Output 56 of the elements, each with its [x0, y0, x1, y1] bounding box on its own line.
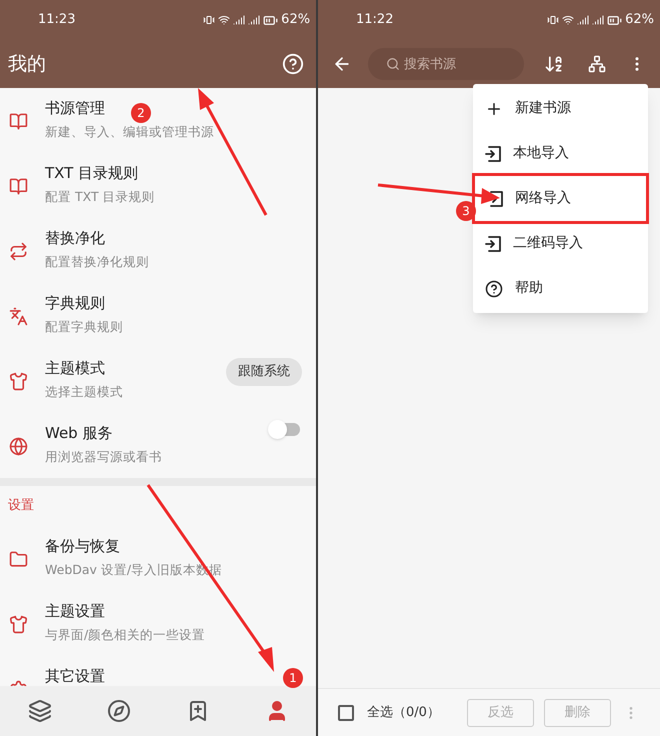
- globe-icon: [9, 437, 28, 456]
- translate-icon: [9, 307, 28, 326]
- help-icon: [485, 280, 503, 298]
- signal-icon: [248, 14, 260, 26]
- item-title[interactable]: TXT 目录规则: [45, 163, 138, 183]
- theme-mode-chip[interactable]: 跟随系统: [226, 358, 302, 386]
- item-title[interactable]: 备份与恢复: [45, 536, 120, 556]
- menu-item[interactable]: 帮助: [473, 266, 648, 311]
- item-subtitle: 新建、导入、编辑或管理书源: [45, 124, 214, 140]
- select-all-checkbox[interactable]: [338, 704, 354, 720]
- swap-icon: [9, 242, 28, 261]
- signal-icon: [233, 14, 246, 26]
- item-subtitle: 配置 TXT 目录规则: [45, 189, 155, 205]
- book-icon: [9, 112, 28, 131]
- shirt-icon: [9, 372, 28, 391]
- battery-level: 62%: [281, 11, 310, 30]
- folder-icon: [9, 550, 28, 569]
- toggle-switch[interactable]: [270, 423, 300, 436]
- shirt-icon: [9, 615, 28, 634]
- item-subtitle: 用浏览器写源或看书: [45, 449, 162, 465]
- import-icon: [485, 146, 501, 162]
- battery-level: 62%: [625, 11, 654, 30]
- sort-icon[interactable]: [544, 54, 564, 74]
- bookshelf-icon: [28, 699, 52, 723]
- import-icon: [487, 190, 503, 206]
- group-icon[interactable]: [588, 55, 606, 73]
- menu-item[interactable]: 二维码导入: [473, 221, 648, 266]
- item-title[interactable]: 字典规则: [45, 293, 105, 313]
- item-subtitle: 配置字典规则: [45, 319, 123, 335]
- item-subtitle: 配置替换净化规则: [45, 254, 149, 270]
- help-icon[interactable]: [282, 53, 304, 75]
- select-all-label[interactable]: 全选（0/0）: [367, 702, 467, 722]
- item-subtitle: 与界面/颜色相关的一些设置: [45, 627, 206, 643]
- item-title[interactable]: 主题设置: [45, 601, 105, 621]
- item-title[interactable]: 书源管理: [45, 98, 105, 118]
- page-title: 我的: [8, 52, 46, 77]
- status-time: 11:23: [38, 11, 76, 30]
- item-subtitle: 选择主题模式: [45, 384, 123, 400]
- compass-icon: [106, 699, 131, 723]
- menu-item[interactable]: 新建书源: [473, 86, 648, 131]
- menu-item[interactable]: 网络导入: [475, 176, 646, 221]
- item-title[interactable]: 其它设置: [45, 666, 105, 686]
- book-icon: [9, 177, 28, 196]
- search-icon: [386, 57, 400, 71]
- search-field[interactable]: 搜索书源: [368, 48, 524, 80]
- section-title: 设置: [8, 497, 34, 516]
- item-title[interactable]: 主题模式: [45, 358, 105, 378]
- vibrate-icon: [203, 14, 216, 26]
- status-time: 11:22: [356, 11, 394, 30]
- menu-item[interactable]: 本地导入: [473, 131, 648, 176]
- signal-icon: [592, 14, 604, 26]
- vibrate-icon: [547, 14, 560, 26]
- item-title[interactable]: Web 服务: [45, 423, 112, 443]
- import-icon: [485, 236, 501, 252]
- item-title[interactable]: 替换净化: [45, 228, 105, 248]
- signal-icon: [577, 14, 590, 26]
